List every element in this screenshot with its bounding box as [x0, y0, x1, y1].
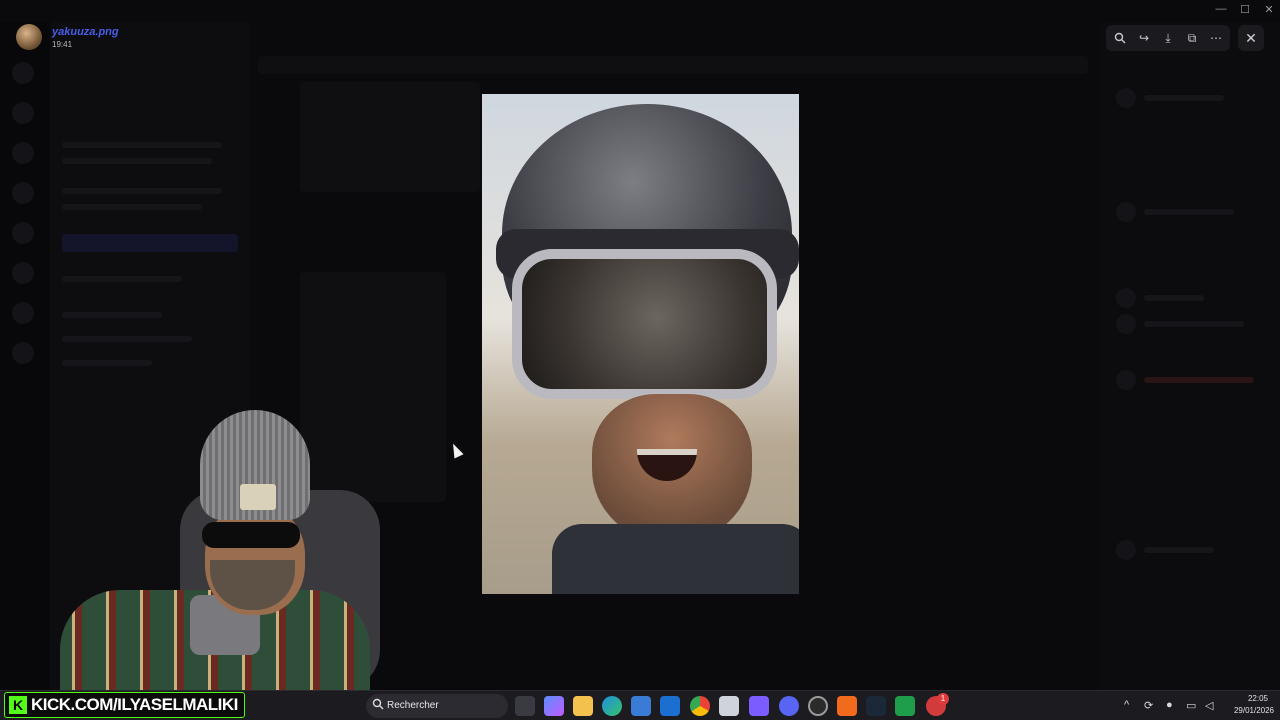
chrome-icon[interactable]	[690, 696, 710, 716]
search-label: Rechercher	[387, 700, 439, 711]
member-avatar[interactable]	[1116, 314, 1136, 334]
channel-item[interactable]	[62, 360, 152, 366]
beanie-patch	[240, 484, 276, 510]
channel-item[interactable]	[62, 188, 222, 194]
member-avatar[interactable]	[1116, 540, 1136, 560]
discord-icon[interactable]	[779, 696, 799, 716]
sunglasses	[202, 522, 300, 548]
member-list	[1100, 22, 1280, 690]
open-in-browser-icon[interactable]: ⧉	[1182, 28, 1202, 48]
server-rail	[0, 22, 50, 690]
media-viewer-toolbar: ↪ ⤓ ⧉ ⋯	[1106, 25, 1230, 51]
channel-item[interactable]	[62, 336, 192, 342]
media-image-photo[interactable]	[482, 94, 799, 594]
channel-item[interactable]	[62, 204, 202, 210]
member-name[interactable]	[1144, 95, 1224, 101]
member-name[interactable]	[1144, 295, 1204, 301]
channel-item[interactable]	[62, 158, 212, 164]
snipping-tool-icon[interactable]	[719, 696, 739, 716]
download-icon[interactable]: ⤓	[1158, 28, 1178, 48]
sync-icon[interactable]: ⟳	[1144, 699, 1153, 712]
chevron-up-icon[interactable]: ^	[1124, 699, 1129, 711]
member-name[interactable]	[1144, 209, 1234, 215]
clock-time[interactable]: 22:05	[1238, 694, 1278, 703]
member-name[interactable]	[1144, 321, 1244, 327]
server-icon[interactable]	[12, 62, 34, 84]
kick-logo-icon: K	[9, 696, 27, 714]
task-view-icon[interactable]	[515, 696, 535, 716]
copilot-icon[interactable]	[544, 696, 564, 716]
zoom-in-icon[interactable]	[1110, 28, 1130, 48]
server-icon[interactable]	[12, 222, 34, 244]
chat-attachment[interactable]	[300, 82, 480, 192]
steam-icon[interactable]	[866, 696, 886, 716]
network-icon[interactable]: ▭	[1186, 699, 1196, 712]
chat-banner	[258, 56, 1088, 74]
channel-item[interactable]	[62, 234, 238, 252]
window-close-button[interactable]: ✕	[1254, 3, 1280, 19]
jacket-shape	[552, 524, 799, 594]
server-icon[interactable]	[12, 182, 34, 204]
gamepad-icon[interactable]	[749, 696, 769, 716]
uploader-name[interactable]: yakuuza.png	[52, 26, 119, 38]
volume-icon[interactable]: ◁	[1205, 699, 1213, 712]
channel-item[interactable]	[62, 276, 182, 282]
file-explorer-icon[interactable]	[573, 696, 593, 716]
member-avatar[interactable]	[1116, 288, 1136, 308]
server-icon[interactable]	[12, 262, 34, 284]
channel-item[interactable]	[62, 312, 162, 318]
server-icon[interactable]	[12, 342, 34, 364]
window-titlebar: — ☐ ✕	[0, 0, 1280, 22]
store-icon[interactable]	[631, 696, 651, 716]
uploader-avatar[interactable]	[16, 24, 42, 50]
outlook-icon[interactable]	[660, 696, 680, 716]
server-icon[interactable]	[12, 142, 34, 164]
adobe-icon[interactable]	[837, 696, 857, 716]
search-icon	[372, 698, 386, 712]
windows-taskbar: K KICK.COM/ILYASELMALIKI Rechercher 1 ^ …	[0, 690, 1280, 720]
goggle-shape	[512, 249, 777, 399]
notification-app-icon[interactable]: 1	[926, 693, 949, 716]
member-avatar[interactable]	[1116, 370, 1136, 390]
close-icon[interactable]: ✕	[1238, 25, 1264, 51]
obs-icon[interactable]	[808, 696, 828, 716]
forward-icon[interactable]: ↪	[1134, 28, 1154, 48]
channel-item[interactable]	[62, 142, 222, 148]
member-avatar[interactable]	[1116, 88, 1136, 108]
more-icon[interactable]: ⋯	[1206, 28, 1226, 48]
notification-badge: 1	[937, 693, 949, 705]
clock-date[interactable]: 29/01/2026	[1230, 706, 1278, 715]
streamer-webcam-overlay	[60, 410, 390, 690]
kick-channel-badge: K KICK.COM/ILYASELMALIKI	[4, 692, 245, 718]
server-icon[interactable]	[12, 302, 34, 324]
edge-icon[interactable]	[602, 696, 622, 716]
upload-timestamp: 19:41	[52, 40, 73, 49]
microphone-icon[interactable]: ●	[1166, 699, 1173, 711]
member-avatar[interactable]	[1116, 202, 1136, 222]
kick-channel-url: KICK.COM/ILYASELMALIKI	[31, 695, 238, 714]
taskbar-search[interactable]: Rechercher	[366, 694, 508, 718]
member-name[interactable]	[1144, 547, 1214, 553]
server-icon[interactable]	[12, 102, 34, 124]
member-name[interactable]	[1144, 377, 1254, 383]
play-app-icon[interactable]	[895, 696, 915, 716]
